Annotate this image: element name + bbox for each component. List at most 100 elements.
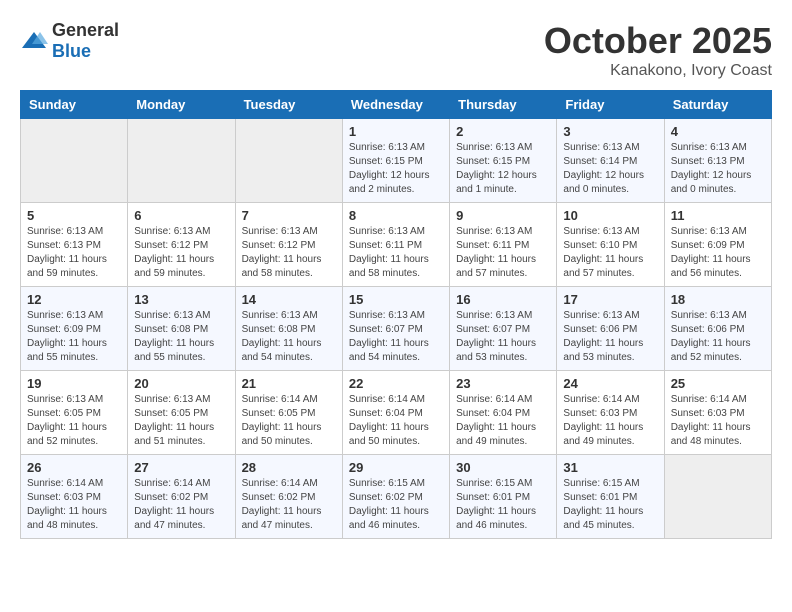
logo-general: General: [52, 20, 119, 40]
title-area: October 2025 Kanakono, Ivory Coast: [544, 20, 772, 80]
day-number: 8: [349, 208, 443, 223]
day-info: Sunrise: 6:14 AM Sunset: 6:03 PM Dayligh…: [671, 393, 765, 449]
weekday-header-wednesday: Wednesday: [342, 91, 449, 119]
day-info: Sunrise: 6:13 AM Sunset: 6:14 PM Dayligh…: [563, 141, 657, 197]
day-number: 20: [134, 376, 228, 391]
day-number: 31: [563, 460, 657, 475]
header: General Blue October 2025 Kanakono, Ivor…: [20, 20, 772, 80]
calendar-cell: 16 Sunrise: 6:13 AM Sunset: 6:07 PM Dayli…: [450, 287, 557, 371]
day-number: 22: [349, 376, 443, 391]
day-info: Sunrise: 6:13 AM Sunset: 6:12 PM Dayligh…: [134, 225, 228, 281]
calendar-cell: 15 Sunrise: 6:13 AM Sunset: 6:07 PM Dayli…: [342, 287, 449, 371]
day-info: Sunrise: 6:13 AM Sunset: 6:15 PM Dayligh…: [349, 141, 443, 197]
day-info: Sunrise: 6:13 AM Sunset: 6:07 PM Dayligh…: [349, 309, 443, 365]
day-number: 11: [671, 208, 765, 223]
day-info: Sunrise: 6:13 AM Sunset: 6:05 PM Dayligh…: [134, 393, 228, 449]
calendar-cell: [664, 455, 771, 539]
calendar-cell: 25 Sunrise: 6:14 AM Sunset: 6:03 PM Dayli…: [664, 371, 771, 455]
day-info: Sunrise: 6:13 AM Sunset: 6:06 PM Dayligh…: [671, 309, 765, 365]
location-title: Kanakono, Ivory Coast: [544, 62, 772, 80]
day-number: 9: [456, 208, 550, 223]
day-info: Sunrise: 6:13 AM Sunset: 6:11 PM Dayligh…: [456, 225, 550, 281]
day-number: 5: [27, 208, 121, 223]
calendar-cell: 2 Sunrise: 6:13 AM Sunset: 6:15 PM Daylig…: [450, 119, 557, 203]
day-number: 12: [27, 292, 121, 307]
day-number: 15: [349, 292, 443, 307]
calendar-cell: 5 Sunrise: 6:13 AM Sunset: 6:13 PM Daylig…: [21, 203, 128, 287]
day-info: Sunrise: 6:15 AM Sunset: 6:02 PM Dayligh…: [349, 477, 443, 533]
day-info: Sunrise: 6:14 AM Sunset: 6:03 PM Dayligh…: [27, 477, 121, 533]
weekday-header-monday: Monday: [128, 91, 235, 119]
day-info: Sunrise: 6:13 AM Sunset: 6:11 PM Dayligh…: [349, 225, 443, 281]
calendar-cell: 7 Sunrise: 6:13 AM Sunset: 6:12 PM Daylig…: [235, 203, 342, 287]
day-number: 13: [134, 292, 228, 307]
day-number: 4: [671, 124, 765, 139]
day-info: Sunrise: 6:14 AM Sunset: 6:02 PM Dayligh…: [242, 477, 336, 533]
calendar-cell: 24 Sunrise: 6:14 AM Sunset: 6:03 PM Dayli…: [557, 371, 664, 455]
day-info: Sunrise: 6:13 AM Sunset: 6:08 PM Dayligh…: [242, 309, 336, 365]
day-number: 7: [242, 208, 336, 223]
day-info: Sunrise: 6:13 AM Sunset: 6:09 PM Dayligh…: [27, 309, 121, 365]
day-info: Sunrise: 6:14 AM Sunset: 6:04 PM Dayligh…: [349, 393, 443, 449]
calendar-cell: 20 Sunrise: 6:13 AM Sunset: 6:05 PM Dayli…: [128, 371, 235, 455]
day-info: Sunrise: 6:14 AM Sunset: 6:02 PM Dayligh…: [134, 477, 228, 533]
day-number: 17: [563, 292, 657, 307]
day-number: 30: [456, 460, 550, 475]
calendar-cell: 28 Sunrise: 6:14 AM Sunset: 6:02 PM Dayli…: [235, 455, 342, 539]
calendar: SundayMondayTuesdayWednesdayThursdayFrid…: [20, 90, 772, 539]
calendar-cell: 9 Sunrise: 6:13 AM Sunset: 6:11 PM Daylig…: [450, 203, 557, 287]
day-number: 25: [671, 376, 765, 391]
calendar-cell: 21Sunrise: 6:14 AM Sunset: 6:05 PM Dayli…: [235, 371, 342, 455]
calendar-cell: 26Sunrise: 6:14 AM Sunset: 6:03 PM Dayli…: [21, 455, 128, 539]
weekday-header-saturday: Saturday: [664, 91, 771, 119]
calendar-cell: 4 Sunrise: 6:13 AM Sunset: 6:13 PM Daylig…: [664, 119, 771, 203]
day-number: 19: [27, 376, 121, 391]
calendar-cell: 30 Sunrise: 6:15 AM Sunset: 6:01 PM Dayli…: [450, 455, 557, 539]
day-info: Sunrise: 6:13 AM Sunset: 6:07 PM Dayligh…: [456, 309, 550, 365]
calendar-cell: 29Sunrise: 6:15 AM Sunset: 6:02 PM Dayli…: [342, 455, 449, 539]
day-number: 6: [134, 208, 228, 223]
day-number: 21: [242, 376, 336, 391]
calendar-cell: 14 Sunrise: 6:13 AM Sunset: 6:08 PM Dayli…: [235, 287, 342, 371]
day-info: Sunrise: 6:13 AM Sunset: 6:12 PM Dayligh…: [242, 225, 336, 281]
day-number: 24: [563, 376, 657, 391]
calendar-cell: 12 Sunrise: 6:13 AM Sunset: 6:09 PM Dayli…: [21, 287, 128, 371]
calendar-cell: 17Sunrise: 6:13 AM Sunset: 6:06 PM Dayli…: [557, 287, 664, 371]
day-number: 1: [349, 124, 443, 139]
calendar-cell: 10Sunrise: 6:13 AM Sunset: 6:10 PM Dayli…: [557, 203, 664, 287]
day-info: Sunrise: 6:13 AM Sunset: 6:13 PM Dayligh…: [671, 141, 765, 197]
day-info: Sunrise: 6:15 AM Sunset: 6:01 PM Dayligh…: [456, 477, 550, 533]
calendar-cell: [235, 119, 342, 203]
day-number: 3: [563, 124, 657, 139]
calendar-cell: 27 Sunrise: 6:14 AM Sunset: 6:02 PM Dayli…: [128, 455, 235, 539]
day-info: Sunrise: 6:13 AM Sunset: 6:09 PM Dayligh…: [671, 225, 765, 281]
weekday-header-tuesday: Tuesday: [235, 91, 342, 119]
day-number: 27: [134, 460, 228, 475]
calendar-cell: 8 Sunrise: 6:13 AM Sunset: 6:11 PM Daylig…: [342, 203, 449, 287]
logo-icon: [20, 30, 48, 52]
day-number: 14: [242, 292, 336, 307]
calendar-cell: 22 Sunrise: 6:14 AM Sunset: 6:04 PM Dayli…: [342, 371, 449, 455]
calendar-cell: 19 Sunrise: 6:13 AM Sunset: 6:05 PM Dayli…: [21, 371, 128, 455]
day-number: 28: [242, 460, 336, 475]
logo-blue: Blue: [52, 41, 91, 61]
day-info: Sunrise: 6:13 AM Sunset: 6:08 PM Dayligh…: [134, 309, 228, 365]
day-info: Sunrise: 6:13 AM Sunset: 6:05 PM Dayligh…: [27, 393, 121, 449]
day-info: Sunrise: 6:14 AM Sunset: 6:04 PM Dayligh…: [456, 393, 550, 449]
day-info: Sunrise: 6:14 AM Sunset: 6:03 PM Dayligh…: [563, 393, 657, 449]
day-number: 16: [456, 292, 550, 307]
calendar-cell: 31 Sunrise: 6:15 AM Sunset: 6:01 PM Dayli…: [557, 455, 664, 539]
month-title: October 2025: [544, 20, 772, 62]
day-info: Sunrise: 6:15 AM Sunset: 6:01 PM Dayligh…: [563, 477, 657, 533]
day-number: 2: [456, 124, 550, 139]
logo-text: General Blue: [52, 20, 119, 62]
calendar-cell: 23Sunrise: 6:14 AM Sunset: 6:04 PM Dayli…: [450, 371, 557, 455]
logo: General Blue: [20, 20, 119, 62]
day-info: Sunrise: 6:13 AM Sunset: 6:13 PM Dayligh…: [27, 225, 121, 281]
day-info: Sunrise: 6:13 AM Sunset: 6:15 PM Dayligh…: [456, 141, 550, 197]
calendar-cell: 6 Sunrise: 6:13 AM Sunset: 6:12 PM Daylig…: [128, 203, 235, 287]
calendar-cell: [128, 119, 235, 203]
day-number: 10: [563, 208, 657, 223]
calendar-cell: 1 Sunrise: 6:13 AM Sunset: 6:15 PM Daylig…: [342, 119, 449, 203]
weekday-header-thursday: Thursday: [450, 91, 557, 119]
